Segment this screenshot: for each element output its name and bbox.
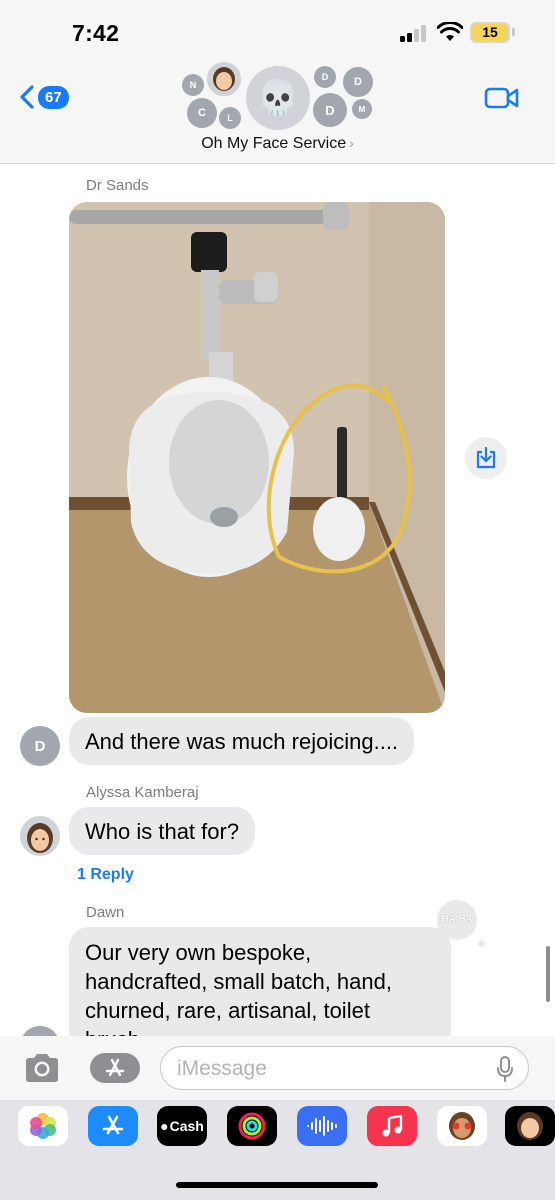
message-input[interactable]: iMessage xyxy=(160,1046,529,1090)
participant-avatar: N xyxy=(182,74,204,96)
haha-tapback-icon[interactable]: HA HA xyxy=(437,900,477,940)
message-bubble[interactable]: Who is that for? xyxy=(69,807,256,855)
scrollbar[interactable] xyxy=(546,946,550,1002)
message-bubble[interactable]: And there was much rejoicing.... xyxy=(69,717,415,765)
battery-nub xyxy=(512,28,515,36)
participant-memoji-avatar xyxy=(207,62,241,96)
message-text-line: churned, rare, artisanal, toilet xyxy=(85,998,370,1023)
conversation-header: 67 N C L 💀 D D D M Oh My Face Service › xyxy=(0,62,555,164)
memoji-app-icon[interactable] xyxy=(505,1106,555,1146)
save-photo-button[interactable] xyxy=(465,437,507,479)
app-store-app-icon[interactable] xyxy=(88,1106,138,1146)
tapback-tail xyxy=(478,940,485,947)
music-app-icon[interactable] xyxy=(367,1106,417,1146)
group-avatar[interactable]: 💀 xyxy=(246,66,310,130)
toilet-photo xyxy=(69,202,445,713)
battery-icon: 15 xyxy=(470,22,510,43)
message-text: Who is that for? xyxy=(85,819,240,844)
wifi-icon xyxy=(437,22,463,41)
message-text: And there was much rejoicing.... xyxy=(85,729,399,754)
chevron-left-icon xyxy=(20,85,34,109)
status-bar: 7:42 15 xyxy=(0,0,555,62)
memoji-stickers-app-icon[interactable] xyxy=(437,1106,487,1146)
avatar[interactable]: D xyxy=(20,726,60,766)
compose-bar: iMessage xyxy=(0,1036,555,1100)
participant-avatar: D xyxy=(314,66,336,88)
apple-cash-label: Cash xyxy=(169,1118,204,1134)
clock: 7:42 xyxy=(72,20,120,46)
video-camera-icon[interactable] xyxy=(484,86,520,110)
group-name: Oh My Face Service xyxy=(201,135,347,152)
download-icon xyxy=(476,447,496,469)
unread-count-badge: 67 xyxy=(38,85,69,109)
participant-avatar: D xyxy=(313,93,347,127)
photo-attachment[interactable] xyxy=(69,202,445,713)
sender-name: Alyssa Kamberaj xyxy=(86,784,199,801)
photos-app-icon[interactable] xyxy=(18,1106,68,1146)
apple-cash-app-icon[interactable]: ● Cash xyxy=(157,1106,207,1146)
back-button[interactable]: 67 xyxy=(20,82,69,112)
battery-level: 15 xyxy=(482,24,498,40)
sender-name: Dawn xyxy=(86,904,125,921)
app-store-icon[interactable] xyxy=(90,1053,140,1083)
skull-emoji: 💀 xyxy=(256,79,300,117)
participant-avatar: D xyxy=(343,67,373,97)
camera-icon[interactable] xyxy=(22,1051,62,1085)
participant-avatar: M xyxy=(352,99,372,119)
sender-name: Dr Sands xyxy=(86,177,149,194)
thread-replies-link[interactable]: 1 Reply xyxy=(77,866,134,884)
audio-message-app-icon[interactable] xyxy=(297,1106,347,1146)
memoji-avatar[interactable] xyxy=(20,816,60,856)
microphone-icon[interactable] xyxy=(497,1056,513,1082)
app-drawer: ● Cash xyxy=(0,1100,555,1200)
cellular-signal-icon xyxy=(400,24,430,42)
chevron-right-icon: › xyxy=(349,135,354,151)
home-indicator[interactable] xyxy=(176,1182,378,1188)
participant-avatar: L xyxy=(219,107,241,129)
participant-avatar: C xyxy=(187,98,217,128)
group-name-button[interactable]: Oh My Face Service › xyxy=(0,135,555,153)
message-text-line: handcrafted, small batch, hand, xyxy=(85,969,392,994)
fitness-app-icon[interactable] xyxy=(227,1106,277,1146)
message-text-line: Our very own bespoke, xyxy=(85,940,312,965)
message-input-placeholder: iMessage xyxy=(177,1057,267,1080)
